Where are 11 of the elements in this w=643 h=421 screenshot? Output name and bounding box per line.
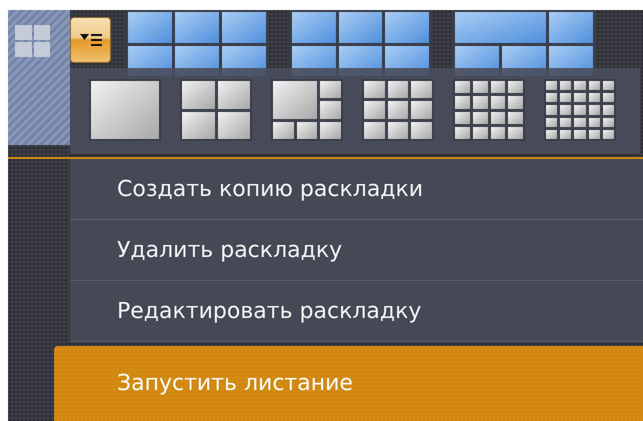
layout-option[interactable] xyxy=(180,79,252,141)
layout-option[interactable] xyxy=(89,79,161,141)
menu-item[interactable]: Редактировать раскладку xyxy=(70,281,643,342)
menu-list-icon xyxy=(78,32,102,48)
menu-item[interactable]: Удалить раскладку xyxy=(70,220,643,281)
layout-option[interactable] xyxy=(453,79,525,141)
layout-option[interactable] xyxy=(544,79,616,141)
layout-option[interactable] xyxy=(271,79,343,141)
menu-item[interactable]: Создать копию раскладки xyxy=(70,159,643,220)
layout-option[interactable] xyxy=(362,79,434,141)
menu-button[interactable] xyxy=(70,17,111,63)
